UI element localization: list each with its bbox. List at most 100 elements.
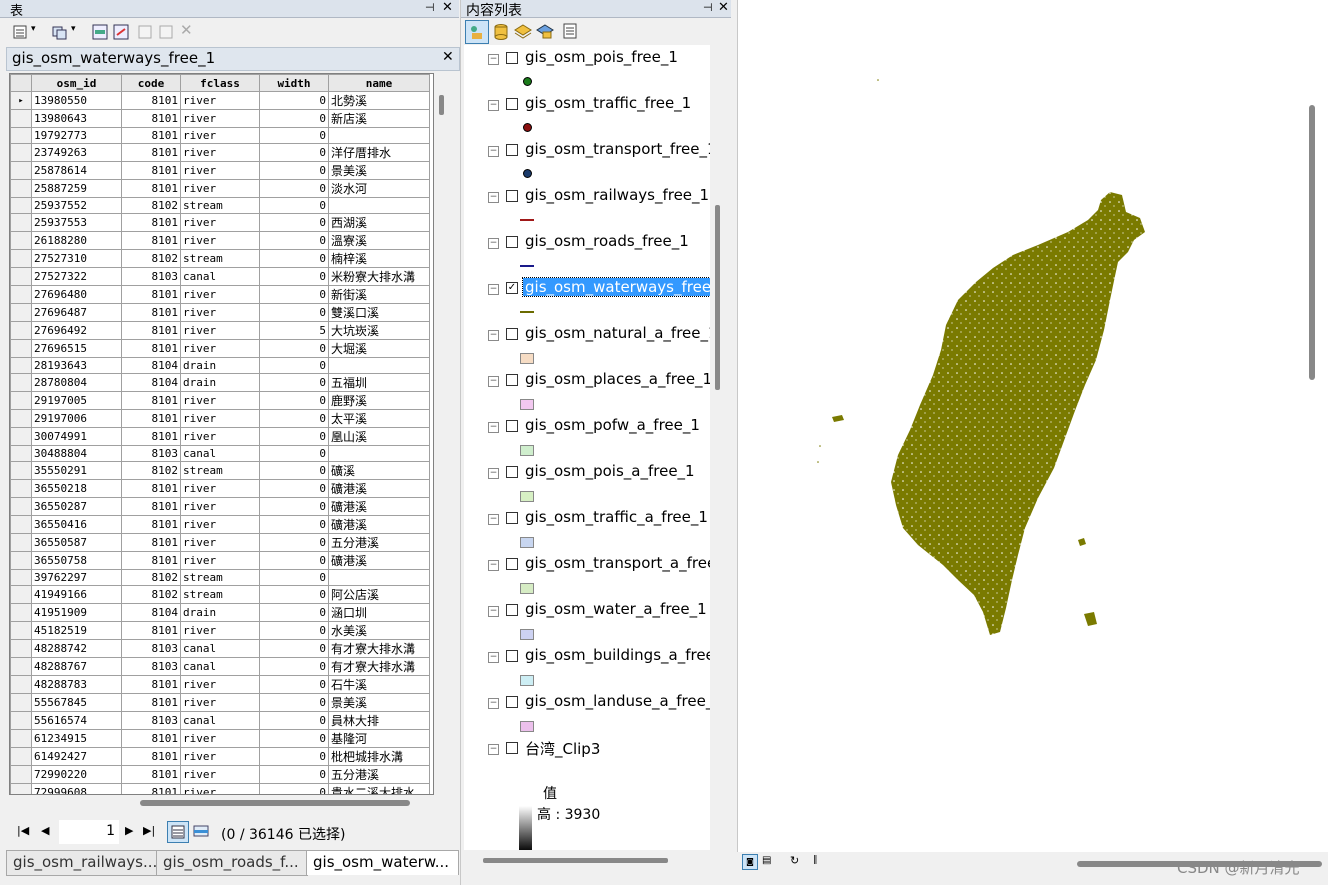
collapse-icon[interactable]: − [488,192,499,203]
cell-code[interactable]: 8103 [121,445,181,462]
layer-name[interactable]: gis_osm_transport_free_1 [523,140,710,158]
cell-code[interactable]: 8101 [121,515,181,534]
cell-code[interactable]: 8101 [121,161,181,180]
table-row[interactable]: 36550287 8101 river 0 礦港溪 [10,497,430,516]
row-selector[interactable] [10,765,32,784]
layer-visibility-checkbox[interactable] [506,144,518,156]
row-selector[interactable] [10,585,32,604]
related-tables-icon[interactable] [52,24,68,40]
layer-name[interactable]: gis_osm_roads_free_1 [523,232,691,250]
table-row[interactable]: 61234915 8101 river 0 基隆河 [10,729,430,748]
cell-code[interactable]: 8101 [121,285,181,304]
cell-osm-id[interactable]: 45182519 [31,621,122,640]
layer-name[interactable]: gis_osm_traffic_a_free_1 [523,508,710,526]
toc-vertical-scrollbar[interactable] [713,45,723,850]
cell-name[interactable]: 米粉寮大排水溝 [328,267,430,286]
map-vertical-scrollbar[interactable] [1309,105,1315,380]
cell-name[interactable]: 員林大排 [328,711,430,730]
toc-layer-item[interactable]: − gis_osm_places_a_free_1 [464,367,710,413]
cell-osm-id[interactable]: 13980550 [31,91,122,110]
cell-width[interactable]: 0 [259,783,329,794]
table-row[interactable]: 36550218 8101 river 0 礦港溪 [10,479,430,498]
row-selector[interactable] [10,427,32,446]
layer-name[interactable]: gis_osm_pois_a_free_1 [523,462,697,480]
cell-fclass[interactable]: river [180,339,260,358]
cell-fclass[interactable]: river [180,109,260,128]
cell-fclass[interactable]: stream [180,197,260,214]
table-row[interactable]: 48288742 8103 canal 0 有才寮大排水溝 [10,639,430,658]
column-header-name[interactable]: name [328,74,430,92]
layer-visibility-checkbox[interactable] [506,696,518,708]
cell-osm-id[interactable]: 27696487 [31,303,122,322]
switch-selection-icon[interactable] [113,24,129,40]
cell-osm-id[interactable]: 25887259 [31,179,122,198]
cell-osm-id[interactable]: 30488804 [31,445,122,462]
cell-osm-id[interactable]: 25937553 [31,213,122,232]
cell-code[interactable]: 8102 [121,197,181,214]
scroll-thumb[interactable] [715,205,720,390]
table-row[interactable]: 27696480 8101 river 0 新街溪 [10,285,430,304]
collapse-icon[interactable]: − [488,54,499,65]
cell-name[interactable] [328,445,430,462]
row-selector[interactable] [10,693,32,712]
cell-name[interactable]: 礦港溪 [328,551,430,570]
cell-name[interactable]: 景美溪 [328,161,430,180]
cell-fclass[interactable]: river [180,409,260,428]
first-record-icon[interactable]: |◀ [17,824,29,837]
cell-width[interactable]: 0 [259,551,329,570]
cell-osm-id[interactable]: 19792773 [31,127,122,144]
layout-view-icon[interactable]: ▤ [762,855,771,866]
cell-name[interactable] [328,197,430,214]
row-selector[interactable] [10,569,32,586]
row-selector[interactable] [10,231,32,250]
data-view-icon[interactable]: ◙ [742,854,758,870]
cell-fclass[interactable]: canal [180,639,260,658]
last-record-icon[interactable]: ▶| [143,824,155,837]
cell-width[interactable]: 0 [259,585,329,604]
toc-layer-item[interactable]: − gis_osm_railways_free_1 [464,183,710,229]
cell-width[interactable]: 0 [259,497,329,516]
layer-visibility-checkbox[interactable] [506,604,518,616]
toc-layer-item[interactable]: − gis_osm_traffic_free_1 [464,91,710,137]
cell-name[interactable]: 石牛溪 [328,675,430,694]
cell-osm-id[interactable]: 41951909 [31,603,122,622]
table-row[interactable]: 41949166 8102 stream 0 阿公店溪 [10,585,430,604]
cell-code[interactable]: 8103 [121,267,181,286]
table-row[interactable]: 28193643 8104 drain 0 [10,357,430,374]
cell-osm-id[interactable]: 61234915 [31,729,122,748]
scroll-thumb[interactable] [483,858,668,863]
cell-width[interactable]: 0 [259,267,329,286]
cell-name[interactable]: 大坑崁溪 [328,321,430,340]
row-selector[interactable] [10,161,32,180]
toc-layer-item[interactable]: − gis_osm_pois_a_free_1 [464,459,710,505]
cell-code[interactable]: 8101 [121,321,181,340]
cell-width[interactable]: 0 [259,445,329,462]
previous-record-icon[interactable]: ◀ [41,824,49,837]
show-all-records-icon[interactable] [167,821,189,843]
layer-visibility-checkbox[interactable] [506,374,518,386]
cell-width[interactable]: 0 [259,373,329,392]
cell-osm-id[interactable]: 36550416 [31,515,122,534]
layer-name[interactable]: gis_osm_waterways_free_1 [521,277,710,297]
cell-name[interactable]: 雙溪口溪 [328,303,430,322]
cell-width[interactable]: 0 [259,515,329,534]
layer-visibility-checkbox[interactable] [506,420,518,432]
column-header-fclass[interactable]: fclass [180,74,260,92]
toc-horizontal-scrollbar[interactable] [471,855,711,865]
toc-layer-item[interactable]: − gis_osm_pofw_a_free_1 [464,413,710,459]
map-view[interactable] [737,0,1328,852]
cell-code[interactable]: 8101 [121,479,181,498]
cell-osm-id[interactable]: 27696515 [31,339,122,358]
cell-name[interactable]: 水美溪 [328,621,430,640]
close-icon[interactable]: ✕ [718,0,729,15]
table-row[interactable]: 72990220 8101 river 0 五分港溪 [10,765,430,784]
layer-name[interactable]: gis_osm_traffic_free_1 [523,94,693,112]
cell-code[interactable]: 8101 [121,213,181,232]
cell-code[interactable]: 8101 [121,693,181,712]
table-row[interactable]: 25878614 8101 river 0 景美溪 [10,161,430,180]
table-row[interactable]: 28780804 8104 drain 0 五福圳 [10,373,430,392]
cell-code[interactable]: 8101 [121,179,181,198]
cell-width[interactable]: 0 [259,213,329,232]
table-row[interactable]: 36550758 8101 river 0 礦港溪 [10,551,430,570]
cell-fclass[interactable]: river [180,533,260,552]
